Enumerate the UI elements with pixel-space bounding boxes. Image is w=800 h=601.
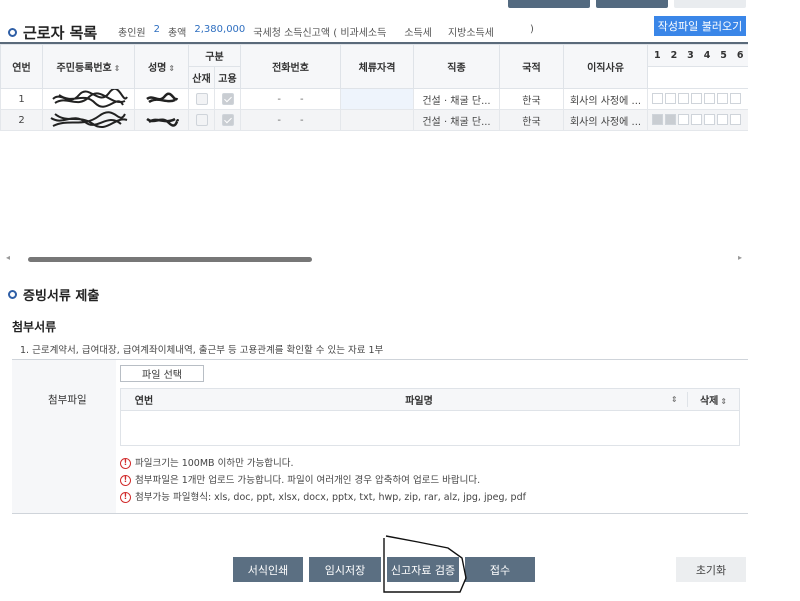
redaction-scribble-icon <box>145 92 178 104</box>
col-category-sanjae: 산재 <box>188 66 215 89</box>
income-tax-label: 소득세 <box>404 28 432 39</box>
name-redacted <box>134 109 189 131</box>
resident-id-redacted <box>42 88 135 110</box>
col-category: 구분 <box>188 44 241 67</box>
warning-icon: ! <box>120 492 131 503</box>
sort-icon: ⇕ <box>168 64 176 73</box>
worker-grid: 연번 주민등록번호 ⇕ 성명 ⇕ 구분 전화번호 체류자격 직종 국적 이직사유 1… <box>0 42 748 131</box>
goyong-checkbox[interactable] <box>214 88 241 110</box>
evidence-header: 증빙서류 제출 <box>8 285 99 304</box>
col-months: 1 2 3 4 5 6 7 <box>647 44 748 67</box>
table-row[interactable]: 2 - - 건설 · 채굴 단... 한국 회사의 사정에 ... <box>0 109 748 131</box>
reset-button[interactable]: 초기화 <box>676 557 746 582</box>
close-paren: ) <box>529 24 534 35</box>
file-col-delete[interactable]: 삭제 ⇕ <box>687 392 739 407</box>
job-cell: 건설 · 채굴 단... <box>413 109 500 131</box>
phone-cell[interactable]: - - <box>240 88 341 110</box>
divider <box>12 513 748 514</box>
sort-icon: ⇕ <box>720 397 728 406</box>
redaction-scribble-icon <box>51 89 128 108</box>
top-button-2[interactable] <box>596 0 668 8</box>
section-bullet-icon <box>8 290 17 299</box>
reason-cell: 회사의 사정에 ... <box>563 88 648 110</box>
file-col-seq: 연번 <box>134 396 154 407</box>
col-job: 직종 <box>413 44 500 89</box>
job-cell: 건설 · 채굴 단... <box>413 88 500 110</box>
phone-cell[interactable]: - - <box>240 109 341 131</box>
redaction-scribble-icon <box>145 117 179 127</box>
resident-id-redacted <box>42 109 135 131</box>
hand-drawn-highlight-icon <box>383 535 467 593</box>
worker-list-header: 근로자 목록 <box>8 22 97 43</box>
sanjae-checkbox[interactable] <box>188 88 215 110</box>
submit-button[interactable]: 접수 <box>465 557 535 582</box>
divider <box>12 359 748 360</box>
row-seq: 2 <box>0 109 43 131</box>
scrollbar-thumb[interactable] <box>28 257 312 262</box>
qualification-cell[interactable] <box>340 109 414 131</box>
reason-cell: 회사의 사정에 ... <box>563 109 648 131</box>
col-months-sub <box>647 66 748 89</box>
col-phone: 전화번호 <box>240 44 341 89</box>
top-button-1[interactable] <box>508 0 590 8</box>
warning-icon: ! <box>120 475 131 486</box>
notice-list: ! 파일크기는 100MB 이하만 가능합니다. ! 첨부파일은 1개만 업로드 가… <box>120 455 526 506</box>
col-name[interactable]: 성명 ⇕ <box>134 44 189 89</box>
top-toolbar <box>508 0 746 8</box>
load-file-button[interactable]: 작성파일 불러오기 <box>654 16 746 36</box>
file-col-name: 파일명 <box>405 396 433 407</box>
row-seq: 1 <box>0 88 43 110</box>
worker-list-title: 근로자 목록 <box>23 24 98 42</box>
qualification-cell[interactable] <box>340 88 414 110</box>
name-redacted <box>134 88 189 110</box>
sort-icon: ⇕ <box>113 64 121 73</box>
col-seq: 연번 <box>0 44 43 89</box>
scroll-right-icon[interactable]: ▸ <box>738 253 742 262</box>
sort-icon[interactable]: ⇕ <box>671 395 687 404</box>
notice-item: ! 파일크기는 100MB 이하만 가능합니다. <box>120 455 526 472</box>
months-cell[interactable] <box>647 109 748 131</box>
total-count: 2 <box>153 24 160 35</box>
warning-icon: ! <box>120 458 131 469</box>
file-grid: 연번 파일명 ⇕ 삭제 ⇕ <box>120 388 740 446</box>
total-amount: 2,380,000 <box>194 24 246 35</box>
top-button-3[interactable] <box>674 0 746 8</box>
worker-summary: 총인원 2 총액 2,380,000 국세청 소득신고액 ( 비과세소득 소득세… <box>118 24 534 39</box>
nationality-cell: 한국 <box>499 109 564 131</box>
local-tax-label: 지방소득세 <box>447 28 494 39</box>
col-category-goyong: 고용 <box>214 66 241 89</box>
months-cell[interactable] <box>647 88 748 110</box>
attach-file-label: 첨부파일 <box>48 394 87 406</box>
attach-label-column <box>12 360 116 514</box>
tax-label: 국세청 소득신고액 ( 비과세소득 <box>253 28 387 39</box>
total-label: 총인원 <box>118 28 146 39</box>
scroll-left-icon[interactable]: ◂ <box>6 253 10 262</box>
attach-description: 1. 근로계약서, 급여대장, 급여계좌이체내역, 출근부 등 고용관계를 확인… <box>20 345 384 356</box>
file-select-button[interactable]: 파일 선택 <box>120 365 204 382</box>
col-separation-reason: 이직사유 <box>563 44 648 89</box>
table-row[interactable]: 1 - - 건설 · 채굴 단... 한국 회사의 사정에 ... <box>0 88 748 110</box>
notice-item: ! 첨부파일은 1개만 업로드 가능합니다. 파일이 여러개인 경우 압축하여 업… <box>120 472 526 489</box>
attach-heading: 첨부서류 <box>12 320 57 334</box>
goyong-checkbox[interactable] <box>214 109 241 131</box>
amount-label: 총액 <box>167 28 187 39</box>
col-nationality: 국적 <box>499 44 564 89</box>
print-form-button[interactable]: 서식인쇄 <box>233 557 303 582</box>
col-resident-id[interactable]: 주민등록번호 ⇕ <box>42 44 135 89</box>
notice-item: ! 첨부가능 파일형식: xls, doc, ppt, xlsx, docx, p… <box>120 489 526 506</box>
section-bullet-icon <box>8 28 17 37</box>
nationality-cell: 한국 <box>499 88 564 110</box>
sanjae-checkbox[interactable] <box>188 109 215 131</box>
horizontal-scrollbar[interactable]: ◂ ▸ <box>6 253 742 263</box>
col-qualification: 체류자격 <box>340 44 414 89</box>
evidence-title: 증빙서류 제출 <box>23 289 100 304</box>
redaction-scribble-icon <box>49 111 127 129</box>
temp-save-button[interactable]: 임시저장 <box>309 557 381 582</box>
